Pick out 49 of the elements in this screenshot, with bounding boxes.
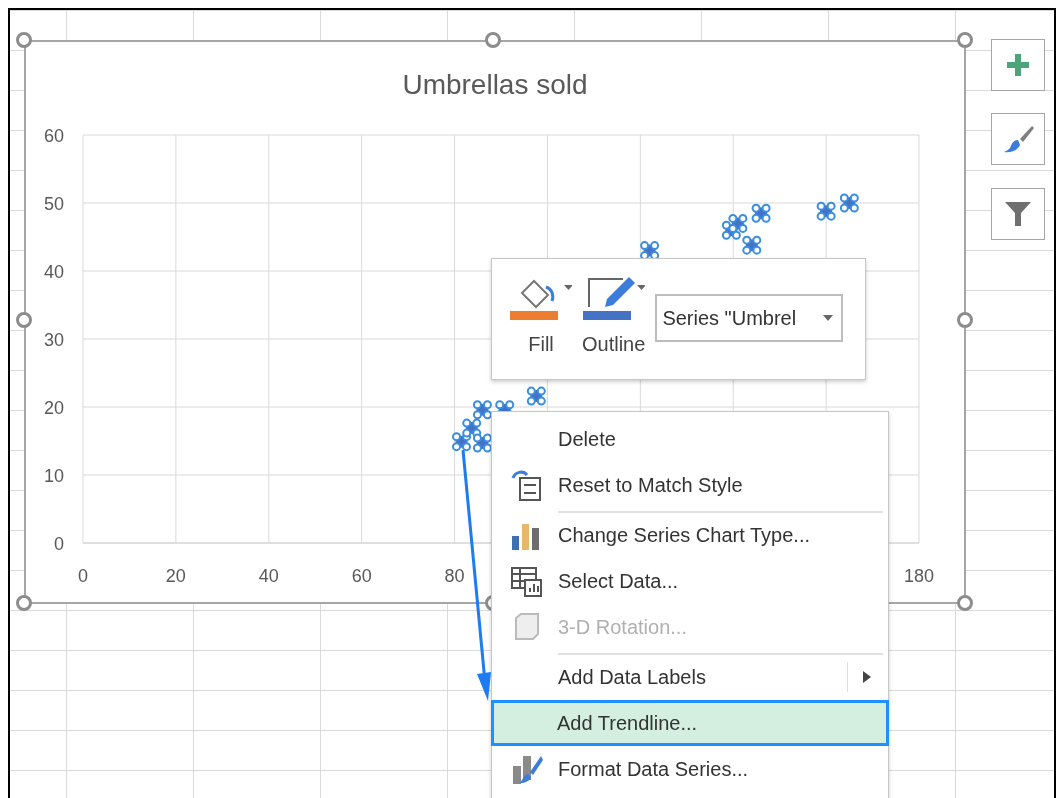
menu-item[interactable]: Delete <box>492 416 888 462</box>
x-axis-label: 40 <box>258 566 279 586</box>
y-axis-label: 0 <box>54 534 64 554</box>
y-axis-label: 20 <box>43 398 64 418</box>
x-axis-label: 80 <box>444 566 465 586</box>
x-axis-label: 20 <box>165 566 186 586</box>
data-point[interactable] <box>526 386 546 406</box>
menu-item[interactable]: Change Series Chart Type... <box>492 512 888 558</box>
resize-handle[interactable] <box>16 312 32 328</box>
y-axis-label: 60 <box>43 126 64 146</box>
resize-handle[interactable] <box>957 312 973 328</box>
menu-item[interactable]: Reset to Match Style <box>492 462 888 508</box>
y-axis-label: 30 <box>43 330 64 350</box>
data-point[interactable] <box>839 193 859 213</box>
x-axis-label: 180 <box>904 566 934 586</box>
y-axis-label: 50 <box>43 194 64 214</box>
menu-item[interactable]: Add Trendline... <box>491 700 889 746</box>
y-axis-label: 40 <box>43 262 64 282</box>
y-axis-label: 10 <box>43 466 64 486</box>
chart-filters-button[interactable] <box>991 188 1045 240</box>
series-dropdown[interactable]: Series "Umbrel <box>655 294 844 342</box>
add-chart-element-button[interactable] <box>991 39 1045 91</box>
reset-icon <box>509 468 544 502</box>
menu-item[interactable]: Format Data Series... <box>492 746 888 792</box>
resize-handle[interactable] <box>16 595 32 611</box>
resize-handle[interactable] <box>485 32 501 48</box>
x-axis-label: 0 <box>78 566 88 586</box>
data-point[interactable] <box>742 235 762 255</box>
filter-icon <box>1003 199 1033 229</box>
data-point[interactable] <box>751 203 771 223</box>
menu-item[interactable]: Add Data Labels <box>492 654 888 700</box>
data-point[interactable] <box>472 400 492 420</box>
x-axis-label: 60 <box>351 566 372 586</box>
data-point[interactable] <box>472 433 492 453</box>
caret-icon <box>823 315 834 321</box>
data-point[interactable] <box>728 213 748 233</box>
fill-button[interactable]: Fill <box>510 273 572 359</box>
resize-handle[interactable] <box>957 595 973 611</box>
plus-icon <box>1005 52 1031 78</box>
chart-styles-button[interactable] <box>991 113 1045 165</box>
outline-button[interactable]: Outline <box>582 273 646 359</box>
resize-handle[interactable] <box>16 32 32 48</box>
resize-handle[interactable] <box>957 32 973 48</box>
table-icon <box>509 564 544 598</box>
paintbrush-icon <box>1002 124 1034 154</box>
data-point[interactable] <box>816 201 836 221</box>
submenu-arrow-icon <box>862 671 871 683</box>
menu-item[interactable]: Select Data... <box>492 558 888 604</box>
chart-title: Umbrellas sold <box>401 68 589 102</box>
